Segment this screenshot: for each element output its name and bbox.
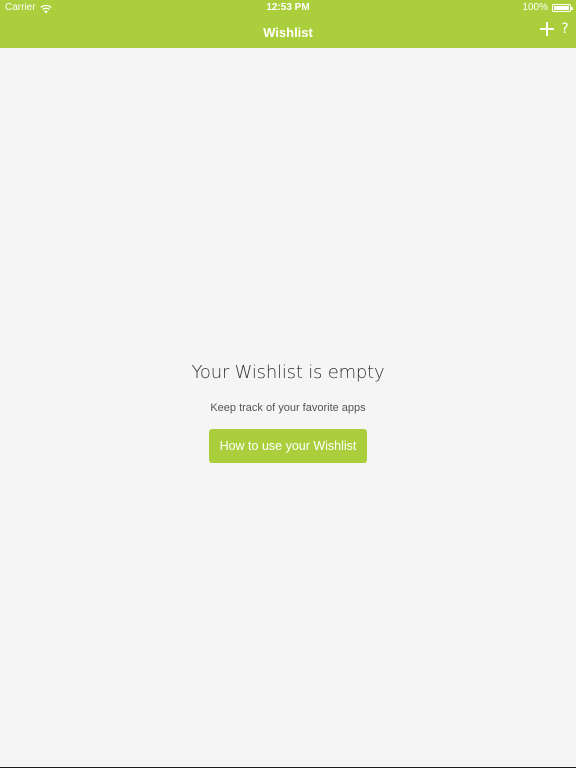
nav-actions: ? <box>540 22 570 36</box>
battery-fill <box>554 6 569 10</box>
top-bar: Carrier 12:53 PM 100% Wishlist ? <box>0 0 576 48</box>
help-icon[interactable]: ? <box>560 22 570 36</box>
battery-percent: 100% <box>522 2 548 13</box>
empty-state-subtitle: Keep track of your favorite apps <box>210 402 366 414</box>
battery-icon <box>552 4 573 12</box>
status-right: 100% <box>522 0 573 16</box>
page-title: Wishlist <box>263 25 313 40</box>
status-bar: Carrier 12:53 PM 100% <box>0 0 576 16</box>
wishlist-screen: Carrier 12:53 PM 100% Wishlist ? Your Wi… <box>0 0 576 768</box>
how-to-use-wishlist-button[interactable]: How to use your Wishlist <box>209 429 367 463</box>
navigation-bar: Wishlist ? <box>0 16 576 48</box>
empty-state-title: Your Wishlist is empty <box>191 362 385 383</box>
plus-icon[interactable] <box>540 22 554 36</box>
empty-state: Your Wishlist is empty Keep track of you… <box>0 48 576 768</box>
status-time: 12:53 PM <box>266 2 310 13</box>
